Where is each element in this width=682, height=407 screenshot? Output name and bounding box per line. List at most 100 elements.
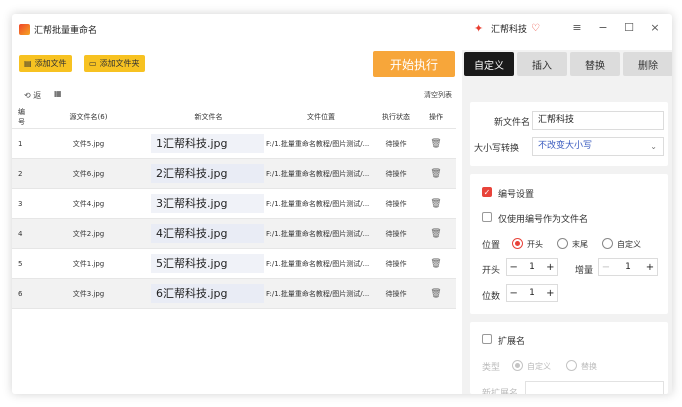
brand-logo-icon: ✦ [474,22,484,35]
type-custom-radio[interactable] [512,360,523,371]
trash-icon[interactable]: 🗑 [430,289,441,299]
digits-label: 位数 [482,292,501,302]
case-select[interactable]: 不改变大小写 ⌄ [532,137,664,156]
extension-label: 扩展名 [498,337,526,347]
heart-icon[interactable]: ♡ [531,23,540,34]
tab-delete[interactable]: 删除 [623,52,672,76]
start-stepper[interactable]: − 1 + [506,258,558,276]
cell-new-name: 5汇帮科技.jpg [151,254,266,273]
app-logo-icon [19,23,30,35]
new-name-preview: 1汇帮科技.jpg [151,134,264,153]
brand: ✦ 汇帮科技 ♡ [474,22,540,35]
table-row[interactable]: 5 文件1.jpg 5汇帮科技.jpg F:/1.批量重命名教程/图片测试/... 待操… [12,249,456,279]
cell-orig-name: 文件6.jpg [72,169,105,178]
case-select-value: 不改变大小写 [538,141,593,151]
only-number-checkbox[interactable] [482,212,492,222]
cell-num: 1 [18,139,23,148]
cell-status: 待操作 [385,289,407,298]
tab-insert[interactable]: 插入 [517,52,567,76]
position-label: 位置 [482,241,501,251]
chevron-down-icon: ⌄ [650,142,657,151]
cell-path: F:/1.批量重命名教程/图片测试/... [266,139,370,148]
cell-num: 3 [18,199,23,208]
pos-head-radio[interactable] [512,238,523,249]
file-icon: ▤ [24,59,32,68]
table-header: 编号 源文件名(6) 新文件名 文件位置 执行状态 操作 [12,105,456,129]
new-name-input[interactable]: 汇帮科技 [532,111,664,130]
undo-button[interactable]: ⟲ 返 [24,90,41,101]
close-button[interactable]: × [642,21,668,34]
pos-custom-label: 自定义 [617,240,641,249]
type-replace-radio[interactable] [566,360,577,371]
digits-stepper[interactable]: − 1 + [506,284,558,302]
type-replace-label: 替换 [581,362,597,371]
name-card: 新文件名 汇帮科技 大小写转换 不改变大小写 ⌄ [470,102,668,166]
add-folder-label: 添加文件夹 [99,59,140,68]
header-orig: 源文件名(6) [69,112,108,121]
start-label: 开头 [482,266,501,276]
trash-icon[interactable]: 🗑 [430,229,441,239]
add-folder-button[interactable]: ▭ 添加文件夹 [84,55,145,72]
trash-icon[interactable]: 🗑 [430,199,441,209]
grid-icon[interactable]: ▦ [54,89,62,98]
maximize-button[interactable]: ☐ [616,21,642,34]
pos-tail-radio[interactable] [557,238,568,249]
numbering-label: 编号设置 [498,190,535,200]
minus-icon[interactable]: − [507,262,520,273]
clear-list-button[interactable]: 清空列表 [424,90,452,100]
table-row[interactable]: 2 文件6.jpg 2汇帮科技.jpg F:/1.批量重命名教程/图片测试/... 待操… [12,159,456,189]
pos-tail-label: 末尾 [572,240,588,249]
plus-icon[interactable]: + [643,262,657,273]
new-name-preview: 2汇帮科技.jpg [151,164,264,183]
table-row[interactable]: 4 文件2.jpg 4汇帮科技.jpg F:/1.批量重命名教程/图片测试/... 待操… [12,219,456,249]
cell-op: 🗑 [416,259,456,269]
header-new: 新文件名 [194,112,223,121]
start-button[interactable]: 开始执行 [373,51,455,77]
header-num: 编号 [18,107,25,126]
window-controls: ≡ − ☐ × [564,21,668,34]
type-label: 类型 [482,363,501,373]
trash-icon[interactable]: 🗑 [430,139,441,149]
numbering-checkbox[interactable]: ✓ [482,187,492,197]
trash-icon[interactable]: 🗑 [430,259,441,269]
pos-custom-radio[interactable] [602,238,613,249]
plus-icon[interactable]: + [544,288,557,299]
new-name-preview: 5汇帮科技.jpg [151,254,264,273]
cell-path: F:/1.批量重命名教程/图片测试/... [266,289,370,298]
table-row[interactable]: 3 文件4.jpg 3汇帮科技.jpg F:/1.批量重命名教程/图片测试/... 待操… [12,189,456,219]
cell-num: 4 [18,229,23,238]
case-label: 大小写转换 [474,144,520,154]
extension-checkbox[interactable] [482,334,492,344]
digits-value: 1 [529,288,535,298]
tab-replace[interactable]: 替换 [570,52,620,76]
toolbar: ▤ 添加文件 ▭ 添加文件夹 开始执行 [12,50,456,80]
increment-value: 1 [625,262,631,272]
file-table: 编号 源文件名(6) 新文件名 文件位置 执行状态 操作 1 文件5.jpg 1汇帮… [12,105,456,309]
trash-icon[interactable]: 🗑 [430,169,441,179]
table-row[interactable]: 6 文件3.jpg 6汇帮科技.jpg F:/1.批量重命名教程/图片测试/... 待操… [12,279,456,309]
cell-path: F:/1.批量重命名教程/图片测试/... [266,199,370,208]
only-number-label: 仅使用编号作为文件名 [498,215,589,225]
menu-icon[interactable]: ≡ [564,21,590,34]
numbering-card: ✓ 编号设置 仅使用编号作为文件名 位置 开头 末尾 自定义 开头 − 1 + … [470,174,668,314]
minus-icon[interactable]: − [507,288,520,299]
plus-icon[interactable]: + [544,262,557,273]
table-body: 1 文件5.jpg 1汇帮科技.jpg F:/1.批量重命名教程/图片测试/... 待操… [12,129,456,309]
cell-status: 待操作 [385,259,407,268]
cell-status: 待操作 [385,139,407,148]
increment-stepper[interactable]: − 1 + [598,258,658,276]
cell-orig-name: 文件4.jpg [72,199,105,208]
cell-num: 2 [18,169,23,178]
minimize-button[interactable]: − [590,21,616,34]
cell-op: 🗑 [416,289,456,299]
cell-status: 待操作 [385,199,407,208]
table-row[interactable]: 1 文件5.jpg 1汇帮科技.jpg F:/1.批量重命名教程/图片测试/... 待操… [12,129,456,159]
cell-new-name: 3汇帮科技.jpg [151,194,266,213]
header-status: 执行状态 [382,112,410,121]
tab-custom[interactable]: 自定义 [464,52,514,76]
new-ext-input[interactable] [525,381,664,394]
start-value: 1 [529,262,535,272]
minus-icon[interactable]: − [599,262,613,273]
cell-new-name: 6汇帮科技.jpg [151,284,266,303]
add-file-button[interactable]: ▤ 添加文件 [19,55,72,72]
